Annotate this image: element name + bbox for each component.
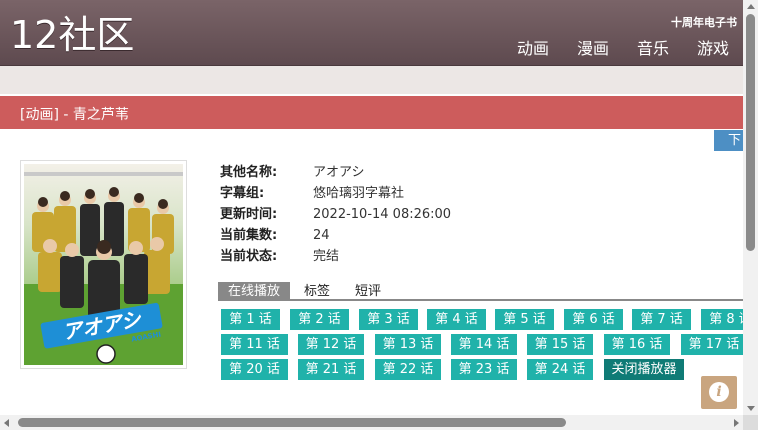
info-value: 2022-10-14 08:26:00 — [313, 207, 452, 222]
episode-button[interactable]: 第 4 话 — [427, 309, 486, 330]
episode-button[interactable]: 第 6 话 — [564, 309, 623, 330]
vertical-scroll-thumb[interactable] — [746, 14, 755, 251]
scroll-down-icon[interactable] — [747, 406, 755, 411]
episode-button[interactable]: 第 12 话 — [298, 334, 364, 355]
episode-button[interactable]: 第 15 话 — [527, 334, 593, 355]
episode-button[interactable]: 第 22 话 — [375, 359, 441, 380]
info-label: 当前集数: — [220, 228, 278, 243]
episode-button[interactable]: 第 7 话 — [632, 309, 691, 330]
site-logo[interactable]: 12社区 — [10, 10, 134, 60]
episode-button[interactable]: 第 1 话 — [221, 309, 280, 330]
download-tab[interactable]: 下 — [714, 130, 743, 151]
episode-button[interactable]: 第 24 话 — [527, 359, 593, 380]
episode-button[interactable]: 第 2 话 — [290, 309, 349, 330]
tab-tags[interactable]: 标签 — [304, 282, 330, 301]
episode-button[interactable]: 第 17 话 — [681, 334, 743, 355]
info-label: 其他名称: — [220, 165, 278, 180]
page-title: [动画] - 青之芦苇 — [20, 107, 129, 123]
tab-online-play[interactable]: 在线播放 — [218, 282, 291, 301]
episode-button[interactable]: 第 11 话 — [221, 334, 288, 355]
close-player-button[interactable]: 关闭播放器 — [604, 359, 684, 380]
tenth-anniversary-link[interactable]: 十周年电子书 — [671, 14, 737, 30]
title-bar: [动画] - 青之芦苇 — [0, 96, 743, 129]
scroll-up-icon[interactable] — [747, 4, 755, 9]
episode-button[interactable]: 第 13 话 — [375, 334, 441, 355]
sub-header-band — [0, 66, 743, 94]
info-value: 悠哈璃羽字幕社 — [313, 186, 405, 201]
site-header: 12社区 十周年电子书 动画 漫画 音乐 游戏 — [0, 0, 743, 66]
horizontal-scroll-thumb[interactable] — [18, 418, 566, 427]
episode-list: 第 1 话 第 2 话 第 3 话 第 4 话 第 5 话 第 6 话 第 7 … — [221, 309, 743, 381]
info-icon: i — [709, 382, 729, 402]
episode-button[interactable]: 第 14 话 — [451, 334, 517, 355]
episode-button[interactable]: 第 16 话 — [604, 334, 670, 355]
nav-music[interactable]: 音乐 — [637, 38, 669, 60]
info-value: 完结 — [313, 249, 340, 264]
info-row-subtitle-group: 字幕组: 悠哈璃羽字幕社 — [220, 183, 451, 204]
scroll-right-icon[interactable] — [734, 419, 739, 427]
episode-button[interactable]: 第 20 话 — [221, 359, 288, 380]
nav-manga[interactable]: 漫画 — [577, 38, 609, 60]
main-nav: 动画 漫画 音乐 游戏 — [489, 38, 729, 60]
episode-button[interactable]: 第 8 话 — [701, 309, 743, 330]
nav-anime[interactable]: 动画 — [517, 38, 549, 60]
episode-button[interactable]: 第 5 话 — [495, 309, 554, 330]
anime-poster: アオアシ AOASHI — [20, 160, 187, 369]
info-value: 24 — [313, 228, 330, 243]
content-tabs: 在线播放 标签 短评 — [218, 282, 743, 301]
nav-games[interactable]: 游戏 — [697, 38, 729, 60]
scrollbar-corner — [743, 415, 758, 430]
info-label: 当前状态: — [220, 249, 278, 264]
vertical-scrollbar[interactable] — [743, 0, 758, 415]
episode-button[interactable]: 第 21 话 — [298, 359, 364, 380]
episode-button[interactable]: 第 3 话 — [359, 309, 418, 330]
anime-info: 其他名称: アオアシ 字幕组: 悠哈璃羽字幕社 更新时间: 2022-10-14… — [220, 162, 451, 267]
horizontal-scrollbar[interactable] — [0, 415, 743, 430]
info-row-other-names: 其他名称: アオアシ — [220, 162, 451, 183]
info-label: 更新时间: — [220, 207, 278, 222]
info-row-episode-count: 当前集数: 24 — [220, 225, 451, 246]
info-row-status: 当前状态: 完结 — [220, 246, 451, 267]
episode-button[interactable]: 第 23 话 — [451, 359, 517, 380]
info-label: 字幕组: — [220, 186, 265, 201]
info-button[interactable]: i — [701, 376, 737, 409]
info-value: アオアシ — [313, 165, 365, 180]
tab-reviews[interactable]: 短评 — [355, 282, 381, 301]
info-row-updated: 更新时间: 2022-10-14 08:26:00 — [220, 204, 451, 225]
scroll-left-icon[interactable] — [4, 419, 9, 427]
